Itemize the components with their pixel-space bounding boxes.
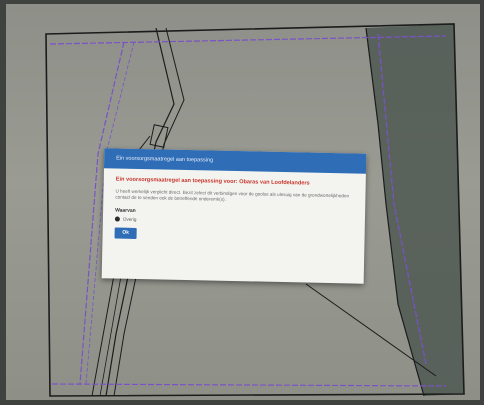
shaded-parcel [366,24,464,396]
dialog-heading: Ein voorsorgsmaatregel aan toepassing vo… [115,176,310,187]
screen: Ein voorsorgsmaatregel aan toepassing Ei… [6,4,480,400]
dialog-body: Ein voorsorgsmaatregel aan toepassing vo… [103,168,366,243]
option-label: Overig [122,216,137,222]
purple-boundary-bottom [51,383,447,387]
precaution-dialog: Ein voorsorgsmaatregel aan toepassing Ei… [101,148,367,284]
option-row[interactable]: Overig [114,216,353,226]
radio-icon[interactable] [114,216,120,222]
ok-button[interactable]: Ok [114,227,137,239]
dialog-message: U heeft werkelijk verplicht direct. Bezi… [115,188,350,203]
